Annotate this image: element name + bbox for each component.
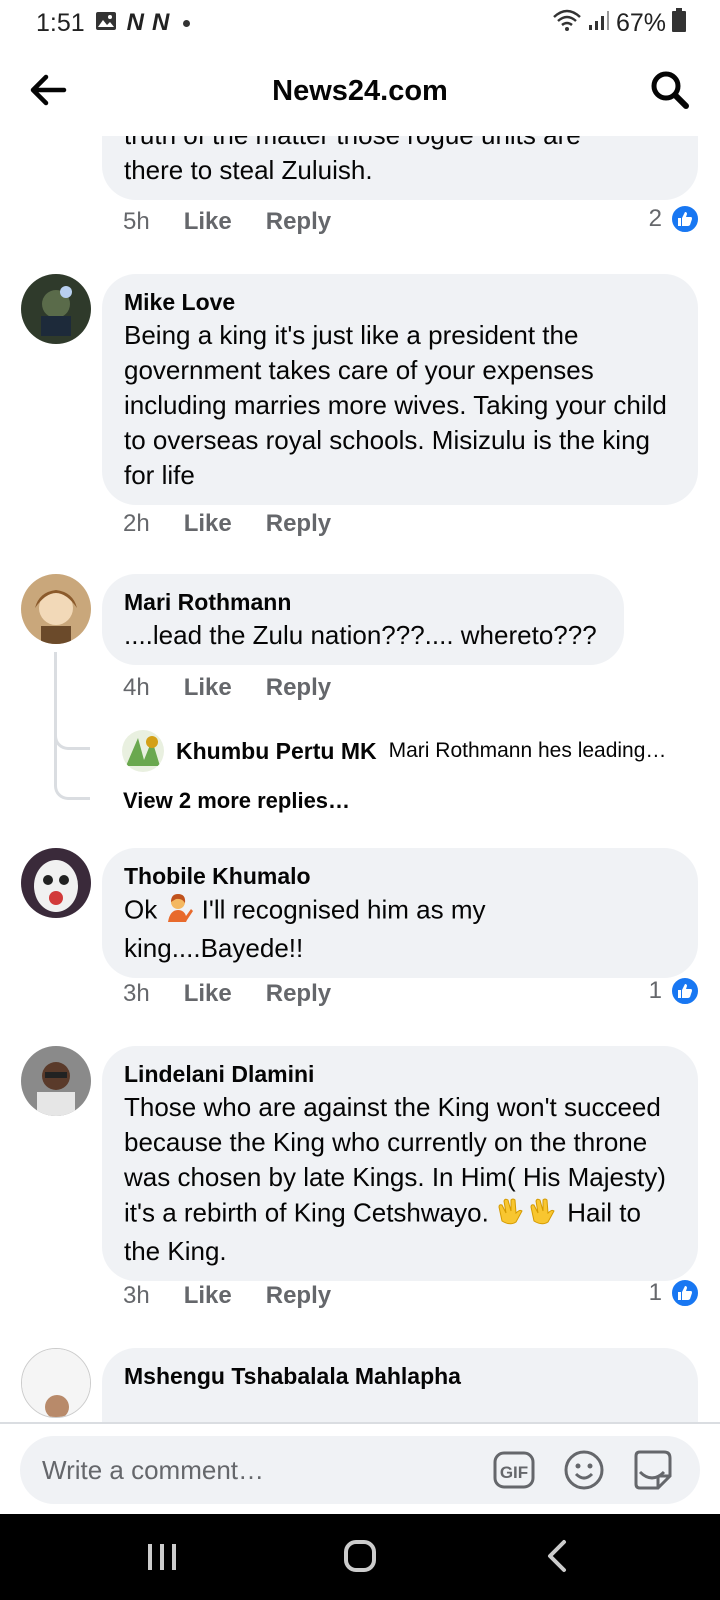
avatar[interactable] (122, 730, 164, 772)
avatar[interactable] (21, 1046, 91, 1116)
comment-actions: 4h Like Reply (123, 674, 331, 702)
comment-actions: 3h Like Reply (123, 980, 331, 1008)
comment-time: 3h (123, 1282, 150, 1309)
reaction-number: 2 (648, 205, 662, 232)
like-button[interactable]: Like (184, 510, 232, 538)
person-tipping-hand-emoji-icon (164, 892, 194, 931)
search-icon[interactable] (648, 68, 692, 112)
comment-actions: 3h Like Reply (123, 1282, 331, 1310)
thumbs-up-icon (670, 1278, 700, 1308)
comment-actions: 5h Like Reply (123, 208, 331, 236)
reply-button[interactable]: Reply (266, 980, 331, 1008)
reaction-number: 1 (648, 977, 662, 1004)
avatar[interactable] (21, 1348, 91, 1418)
comment-bubble: truth of the matter those rogue units ar… (102, 136, 698, 200)
battery-icon (672, 7, 686, 39)
page-title: News24.com (272, 74, 448, 107)
reaction-number: 1 (648, 1279, 662, 1306)
comment-text: there to steal Zuluish. (124, 155, 373, 185)
sticker-icon[interactable] (630, 1448, 674, 1492)
thread-line-branch (54, 716, 90, 750)
recent-apps-icon[interactable] (140, 1534, 184, 1578)
like-button[interactable]: Like (184, 208, 232, 236)
news-app-icon-2: N (152, 9, 169, 36)
battery-percent: 67% (615, 8, 666, 37)
comment-author[interactable]: Thobile Khumalo (124, 860, 676, 892)
comment-bubble: Mshengu Tshabalala Mahlapha (102, 1348, 698, 1422)
comment-bubble: Mari Rothmann ....lead the Zulu nation??… (102, 574, 624, 665)
gallery-icon (95, 9, 117, 38)
comment-text-part: I'll recognised him as my (194, 894, 486, 925)
thumbs-up-icon (670, 204, 700, 234)
comment-bubble: Thobile Khumalo Ok I'll recognised him a… (102, 848, 698, 978)
comment-text: ....lead the Zulu nation???.... whereto?… (124, 620, 597, 650)
comment-text-part: king....Bayede!! (124, 933, 304, 963)
comment-text-part: Ok (124, 894, 165, 925)
reaction-count[interactable]: 2 (649, 204, 700, 234)
comment-text-partial: truth of the matter those rogue units ar… (124, 136, 676, 153)
comment-bubble: Mike Love Being a king it's just like a … (102, 274, 698, 505)
comment-author[interactable]: Mshengu Tshabalala Mahlapha (124, 1360, 676, 1392)
reply-button[interactable]: Reply (266, 208, 331, 236)
comment-text: Those who are against the King won't suc… (124, 1090, 676, 1269)
comment-composer: Write a comment… GIF (0, 1422, 720, 1514)
reaction-count[interactable]: 1 (649, 1278, 700, 1308)
reply-button[interactable]: Reply (266, 510, 331, 538)
view-more-replies-link[interactable]: View 2 more replies… (123, 788, 350, 814)
status-bar: 1:51 N N 67% (0, 0, 720, 46)
comment-author[interactable]: Lindelani Dlamini (124, 1058, 676, 1090)
gif-icon[interactable]: GIF (492, 1448, 536, 1492)
comment-time: 5h (123, 208, 150, 235)
clapping-hands-emoji-icon (496, 1195, 528, 1234)
like-button[interactable]: Like (184, 1282, 232, 1310)
avatar[interactable] (21, 574, 91, 644)
reply-button[interactable]: Reply (266, 1282, 331, 1310)
reply-author[interactable]: Khumbu Pertu MK (176, 738, 377, 765)
avatar[interactable] (21, 274, 91, 344)
system-back-icon[interactable] (536, 1534, 580, 1578)
comment-actions: 2h Like Reply (123, 510, 331, 538)
like-button[interactable]: Like (184, 674, 232, 702)
comment-author[interactable]: Mike Love (124, 286, 676, 318)
comment-time: 3h (123, 980, 150, 1007)
comment-time: 4h (123, 674, 150, 701)
news-app-icon: N (126, 9, 144, 36)
comment-text: Ok I'll recognised him as my king....Baye… (124, 892, 676, 966)
system-navigation-bar (0, 1514, 720, 1600)
comment-bubble: Lindelani Dlamini Those who are against … (102, 1046, 698, 1281)
reply-preview[interactable]: Khumbu Pertu MK Mari Rothmann hes leadin… (122, 730, 689, 772)
wifi-icon (552, 9, 582, 38)
svg-text:GIF: GIF (500, 1463, 528, 1482)
app-header: News24.com (0, 46, 720, 136)
signal-icon (588, 9, 610, 38)
comment-text: Being a king it's just like a president … (124, 320, 667, 490)
clapping-hands-emoji-icon-2 (528, 1195, 560, 1234)
comment-time: 2h (123, 510, 150, 537)
comment-list[interactable]: truth of the matter those rogue units ar… (0, 136, 720, 1422)
emoji-icon[interactable] (562, 1448, 606, 1492)
like-button[interactable]: Like (184, 980, 232, 1008)
avatar[interactable] (21, 848, 91, 918)
reply-button[interactable]: Reply (266, 674, 331, 702)
notification-dot-icon (183, 19, 191, 27)
home-icon[interactable] (338, 1534, 382, 1578)
reply-snippet: Mari Rothmann hes leading… (388, 739, 667, 762)
comment-author[interactable]: Mari Rothmann (124, 586, 602, 618)
status-time: 1:51 (36, 8, 85, 37)
reaction-count[interactable]: 1 (649, 976, 700, 1006)
comment-input-placeholder: Write a comment… (42, 1454, 265, 1485)
thumbs-up-icon (670, 976, 700, 1006)
back-arrow-icon[interactable] (26, 68, 70, 112)
